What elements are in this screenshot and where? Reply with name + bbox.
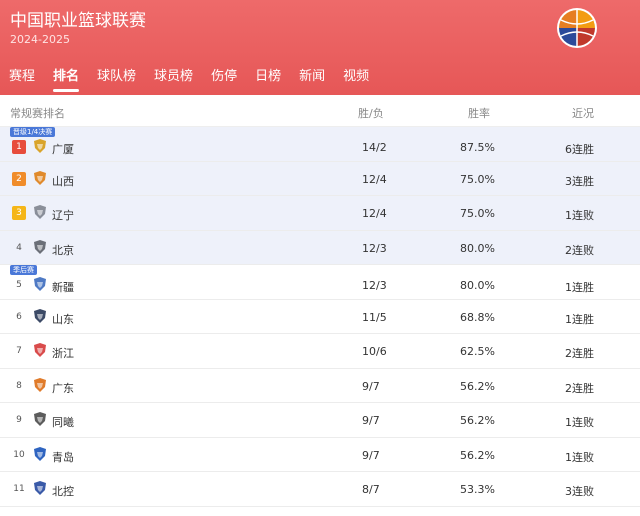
tab-schedule[interactable]: 赛程 bbox=[0, 60, 44, 95]
header-streak: 近况 bbox=[572, 107, 594, 120]
team-logo-icon bbox=[34, 277, 46, 291]
record-cell: 9/7 bbox=[362, 414, 380, 427]
streak-cell: 2连胜 bbox=[565, 347, 594, 360]
table-row[interactable]: 10 青岛 9/7 56.2% 1连败 bbox=[0, 438, 640, 472]
win-pct-cell: 68.8% bbox=[460, 310, 495, 324]
streak-cell: 6连胜 bbox=[565, 143, 594, 156]
record-cell: 11/5 bbox=[362, 310, 387, 324]
record-cell: 9/7 bbox=[362, 379, 380, 393]
streak-cell: 1连败 bbox=[565, 416, 594, 429]
team-logo-icon bbox=[34, 481, 46, 495]
win-pct-cell: 56.2% bbox=[460, 379, 495, 393]
record-cell: 8/7 bbox=[362, 483, 380, 496]
rank-number: 6 bbox=[16, 311, 22, 322]
playoff-badge: 季后赛 bbox=[10, 265, 37, 275]
record-cell: 12/4 bbox=[362, 207, 387, 220]
rank-number: 10 bbox=[13, 449, 25, 460]
win-pct-cell: 75.0% bbox=[460, 172, 495, 186]
streak-cell: 3连败 bbox=[565, 485, 594, 498]
table-row[interactable]: 8 广东 9/7 56.2% 2连胜 bbox=[0, 369, 640, 403]
team-logo-icon bbox=[34, 308, 46, 323]
table-row[interactable]: 4 北京 12/3 80.0% 2连败 bbox=[0, 230, 640, 265]
rank-number: 5 bbox=[16, 280, 22, 290]
tab-player-leaders[interactable]: 球员榜 bbox=[145, 60, 202, 95]
cba-logo-icon bbox=[557, 8, 597, 48]
header-record: 胜/负 bbox=[358, 107, 384, 120]
win-pct-cell: 53.3% bbox=[460, 483, 495, 496]
win-pct-cell: 80.0% bbox=[460, 241, 495, 255]
tab-news[interactable]: 新闻 bbox=[290, 60, 334, 95]
team-name: 北控 bbox=[52, 485, 74, 498]
team-name: 青岛 bbox=[52, 450, 74, 464]
team-name: 山东 bbox=[52, 312, 74, 326]
team-logo-icon bbox=[34, 343, 46, 357]
tab-videos[interactable]: 视频 bbox=[334, 60, 378, 95]
table-row[interactable]: 6 山东 11/5 68.8% 1连胜 bbox=[0, 300, 640, 334]
team-name: 广厦 bbox=[52, 143, 74, 156]
standings-list: 晋级1/4决赛 1 广厦 14/2 87.5% 6连胜 2 山西 12/4 75.0% 3连胜 3 辽宁… bbox=[0, 127, 640, 507]
tab-injuries[interactable]: 伤停 bbox=[202, 60, 246, 95]
win-pct-cell: 56.2% bbox=[460, 448, 495, 462]
tab-standings[interactable]: 排名 bbox=[44, 60, 88, 95]
win-pct-cell: 80.0% bbox=[460, 279, 495, 292]
quarterfinal-badge: 晋级1/4决赛 bbox=[10, 127, 56, 137]
team-logo-icon bbox=[34, 446, 46, 461]
team-name: 浙江 bbox=[52, 347, 74, 360]
team-logo-icon bbox=[34, 139, 46, 153]
record-cell: 12/4 bbox=[362, 172, 387, 186]
streak-cell: 1连胜 bbox=[565, 312, 594, 326]
season-label: 2024-2025 bbox=[10, 33, 70, 46]
team-name: 山西 bbox=[52, 174, 74, 188]
record-cell: 12/3 bbox=[362, 279, 387, 292]
rank-number: 4 bbox=[16, 242, 22, 253]
rank-number: 3 bbox=[12, 206, 26, 220]
rank-number: 7 bbox=[16, 346, 22, 356]
team-logo-icon bbox=[34, 205, 46, 219]
rank-number: 11 bbox=[13, 484, 25, 494]
streak-cell: 2连败 bbox=[565, 243, 594, 257]
rank-number: 1 bbox=[12, 140, 26, 154]
tab-team-leaders[interactable]: 球队榜 bbox=[88, 60, 145, 95]
team-name: 新疆 bbox=[52, 281, 74, 294]
team-name: 辽宁 bbox=[52, 209, 74, 222]
win-pct-cell: 56.2% bbox=[460, 414, 495, 427]
streak-cell: 1连胜 bbox=[565, 281, 594, 294]
table-row[interactable]: 3 辽宁 12/4 75.0% 1连败 bbox=[0, 196, 640, 231]
page-title: 中国职业篮球联赛 bbox=[10, 11, 146, 31]
team-logo-icon bbox=[34, 239, 46, 254]
record-cell: 9/7 bbox=[362, 448, 380, 462]
rank-number: 9 bbox=[16, 415, 22, 425]
streak-cell: 3连胜 bbox=[565, 174, 594, 188]
team-name: 北京 bbox=[52, 243, 74, 257]
win-pct-cell: 87.5% bbox=[460, 141, 495, 154]
record-cell: 12/3 bbox=[362, 241, 387, 255]
header-standings: 常规赛排名 bbox=[10, 107, 65, 120]
team-logo-icon bbox=[34, 170, 46, 185]
team-logo-icon bbox=[34, 412, 46, 426]
app-header: 中国职业篮球联赛 2024-2025 赛程 排名 球队榜 球员榜 伤停 日榜 新… bbox=[0, 0, 640, 95]
team-logo-icon bbox=[34, 377, 46, 392]
table-row[interactable]: 季后赛 5 新疆 12/3 80.0% 1连胜 bbox=[0, 265, 640, 300]
record-cell: 14/2 bbox=[362, 141, 387, 154]
table-row[interactable]: 11 北控 8/7 53.3% 3连败 bbox=[0, 472, 640, 507]
win-pct-cell: 75.0% bbox=[460, 207, 495, 220]
rank-number: 8 bbox=[16, 380, 22, 391]
nav-tabs: 赛程 排名 球队榜 球员榜 伤停 日榜 新闻 视频 bbox=[0, 60, 378, 95]
streak-cell: 1连败 bbox=[565, 209, 594, 222]
table-row[interactable]: 晋级1/4决赛 1 广厦 14/2 87.5% 6连胜 bbox=[0, 127, 640, 162]
table-row[interactable]: 2 山西 12/4 75.0% 3连胜 bbox=[0, 161, 640, 196]
table-row[interactable]: 7 浙江 10/6 62.5% 2连胜 bbox=[0, 334, 640, 369]
table-row[interactable]: 9 同曦 9/7 56.2% 1连败 bbox=[0, 403, 640, 438]
streak-cell: 1连败 bbox=[565, 450, 594, 464]
team-name: 广东 bbox=[52, 381, 74, 395]
streak-cell: 2连胜 bbox=[565, 381, 594, 395]
team-name: 同曦 bbox=[52, 416, 74, 429]
rank-number: 2 bbox=[12, 171, 26, 186]
record-cell: 10/6 bbox=[362, 345, 387, 358]
win-pct-cell: 62.5% bbox=[460, 345, 495, 358]
header-pct: 胜率 bbox=[468, 107, 490, 120]
tab-daily[interactable]: 日榜 bbox=[246, 60, 290, 95]
table-header: 常规赛排名 胜/负 胜率 近况 bbox=[0, 95, 640, 127]
